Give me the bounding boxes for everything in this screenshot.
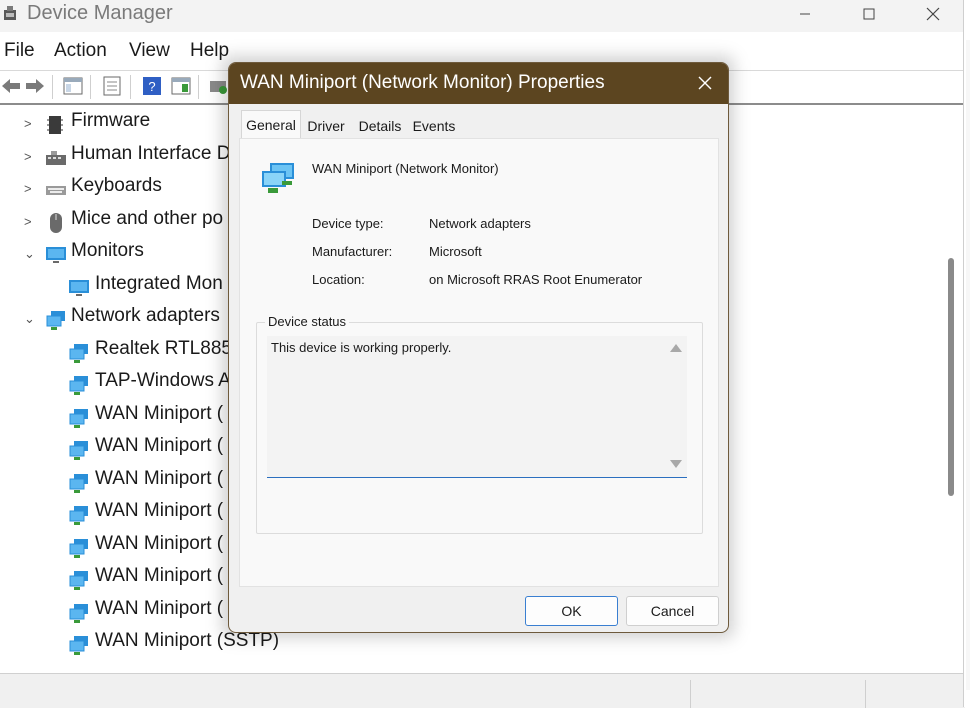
tree-node-label: Monitors — [71, 240, 144, 261]
network-adapter-icon — [69, 474, 88, 493]
network-adapter-icon — [69, 376, 88, 395]
status-bar — [0, 673, 965, 708]
network-adapter-icon — [262, 163, 294, 193]
tree-node-label: WAN Miniport ( — [95, 468, 224, 489]
tree-node-label: WAN Miniport ( — [95, 435, 224, 456]
network-adapter-icon — [69, 506, 88, 525]
scroll-down-icon[interactable] — [670, 460, 682, 468]
network-adapter-icon — [69, 636, 88, 655]
properties-dialog: WAN Miniport (Network Monitor) Propertie… — [228, 62, 729, 633]
tab-events[interactable]: Events — [409, 114, 459, 138]
tree-node-label: Integrated Mon — [95, 273, 223, 294]
chevron-right-icon[interactable]: > — [24, 214, 38, 229]
tree-node-label: Realtek RTL8852 — [95, 338, 243, 359]
tree-node-label: Network adapters — [71, 305, 220, 326]
tree-node-label: WAN Miniport ( — [95, 598, 224, 619]
chevron-right-icon[interactable]: > — [24, 181, 38, 196]
monitor-icon — [46, 247, 66, 263]
dialog-tabs: General Driver Details Events — [241, 110, 721, 139]
tree-node-label: Keyboards — [71, 175, 162, 196]
chevron-down-icon[interactable]: ⌄ — [24, 311, 38, 326]
tab-details[interactable]: Details — [356, 114, 404, 138]
background-window-content — [966, 40, 970, 690]
chevron-right-icon[interactable]: > — [24, 149, 38, 164]
tab-driver[interactable]: Driver — [303, 114, 349, 138]
help-icon[interactable]: ? — [141, 75, 163, 97]
view-resources-icon[interactable] — [170, 75, 192, 97]
status-bar-divider — [865, 680, 866, 708]
chevron-down-icon[interactable]: ⌄ — [24, 246, 38, 261]
device-type-label: Device type: — [312, 216, 384, 231]
device-status-text: This device is working properly. — [271, 340, 452, 355]
device-type-value: Network adapters — [429, 216, 531, 231]
network-adapter-icon — [69, 344, 88, 363]
show-hide-tree-icon[interactable] — [62, 75, 84, 97]
tree-node-label: WAN Miniport ( — [95, 565, 224, 586]
properties-icon[interactable] — [101, 75, 123, 97]
dialog-title-bar: WAN Miniport (Network Monitor) Propertie… — [229, 63, 728, 104]
menu-file[interactable]: File — [4, 40, 35, 62]
device-name: WAN Miniport (Network Monitor) — [312, 161, 499, 176]
device-status-textbox[interactable]: This device is working properly. — [267, 336, 687, 478]
toolbar-separator — [198, 75, 199, 99]
network-adapter-icon — [69, 571, 88, 590]
status-scrollbar[interactable] — [665, 336, 687, 477]
minimize-icon — [800, 13, 810, 15]
ok-button[interactable]: OK — [525, 596, 618, 626]
device-manager-app-icon — [4, 6, 16, 20]
title-bar: Device Manager — [0, 0, 965, 32]
chevron-right-icon[interactable]: > — [24, 116, 38, 131]
tree-node-label: Mice and other po — [71, 208, 224, 229]
location-value: on Microsoft RRAS Root Enumerator — [429, 272, 643, 287]
tree-node-label: WAN Miniport ( — [95, 500, 224, 521]
status-bar-divider — [690, 680, 691, 708]
network-adapter-icon — [69, 539, 88, 558]
tree-node-label: WAN Miniport ( — [95, 403, 224, 424]
location-label: Location: — [312, 272, 365, 287]
device-status-label: Device status — [265, 314, 350, 329]
monitor-icon — [69, 280, 89, 296]
manufacturer-value: Microsoft — [429, 244, 482, 259]
close-button[interactable] — [901, 0, 965, 28]
dialog-close-button[interactable] — [689, 69, 721, 97]
forward-icon[interactable] — [24, 75, 46, 97]
background-window-edge — [963, 0, 970, 707]
keyboard-icon — [46, 186, 66, 195]
mouse-icon — [50, 213, 62, 233]
tree-node-label: Human Interface D — [71, 143, 231, 164]
network-adapter-icon — [69, 409, 88, 428]
network-adapter-icon — [69, 604, 88, 623]
tree-node-partial — [0, 661, 940, 671]
tab-general[interactable]: General — [241, 110, 301, 139]
toolbar-separator — [52, 75, 53, 99]
close-icon — [926, 7, 940, 21]
tree-node-label: WAN Miniport ( — [95, 533, 224, 554]
tree-node-label: TAP-Windows A — [95, 370, 231, 391]
back-icon[interactable] — [0, 75, 22, 97]
minimize-button[interactable] — [773, 0, 837, 28]
cancel-button[interactable]: Cancel — [626, 596, 719, 626]
menu-view[interactable]: View — [129, 40, 170, 62]
manufacturer-label: Manufacturer: — [312, 244, 393, 259]
scroll-up-icon[interactable] — [670, 344, 682, 352]
maximize-icon — [863, 8, 875, 20]
general-tab-panel: WAN Miniport (Network Monitor) Device ty… — [239, 138, 719, 587]
printer-icon — [45, 667, 67, 671]
app-title: Device Manager — [27, 2, 173, 24]
network-adapter-icon — [69, 441, 88, 460]
network-adapter-icon — [46, 311, 65, 330]
svg-text:?: ? — [148, 79, 155, 94]
tree-node-label: Firmware — [71, 110, 151, 131]
close-icon — [698, 76, 712, 90]
toolbar-separator — [90, 75, 91, 99]
toolbar-separator — [130, 75, 131, 99]
hid-icon — [46, 151, 66, 165]
firmware-icon — [47, 116, 63, 134]
dialog-title: WAN Miniport (Network Monitor) Propertie… — [240, 72, 605, 93]
menu-action[interactable]: Action — [54, 40, 107, 62]
tree-scrollbar-thumb[interactable] — [948, 258, 954, 496]
maximize-button[interactable] — [837, 0, 901, 28]
